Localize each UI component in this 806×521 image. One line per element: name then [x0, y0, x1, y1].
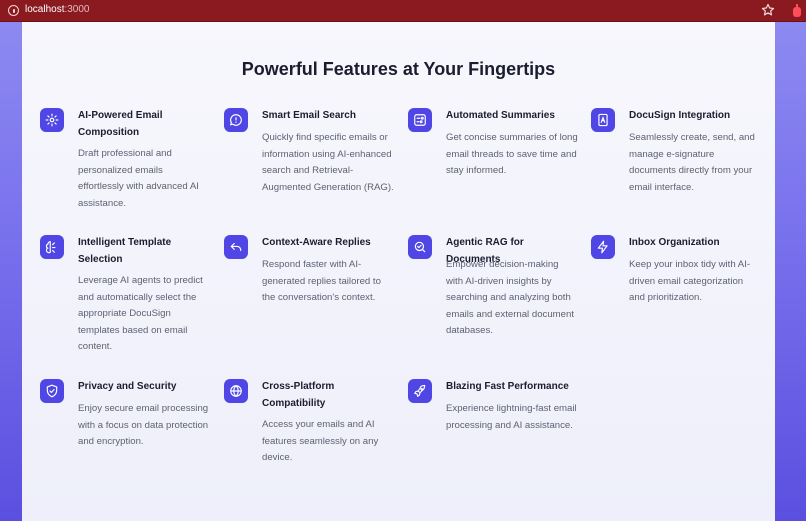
- url-port: :3000: [64, 4, 90, 15]
- address-bar[interactable]: localhost:3000: [25, 4, 90, 15]
- shield-check-icon: [40, 379, 64, 403]
- summary-icon: [408, 108, 432, 132]
- reply-arrow-icon: [224, 235, 248, 259]
- feature-title: DocuSign Integration: [629, 110, 731, 121]
- feature-title: Automated Summaries: [446, 110, 555, 121]
- globe-icon: [224, 379, 248, 403]
- section-title: Powerful Features at Your Fingertips: [241, 59, 556, 79]
- feature-title: Privacy and Security: [78, 381, 177, 392]
- feature-title: AI-Powered Email Composition: [78, 110, 163, 138]
- brain-icon: [40, 235, 64, 259]
- feature-title: Context-Aware Replies: [262, 237, 371, 248]
- feature-description: Draft professional and personalized emai…: [78, 148, 199, 209]
- browser-toolbar: localhost:3000: [0, 0, 806, 22]
- sparkle-gear-icon: [40, 108, 64, 132]
- extension-icon[interactable]: [791, 4, 803, 18]
- feature-description: Quickly find specific emails or informat…: [262, 132, 394, 193]
- site-info-icon[interactable]: [8, 5, 19, 16]
- feature-title: Smart Email Search: [262, 110, 356, 121]
- lightning-icon: [591, 235, 615, 259]
- url-host: localhost: [25, 4, 65, 15]
- bookmark-star-icon[interactable]: [761, 3, 775, 17]
- search-check-icon: [408, 235, 432, 259]
- feature-title: Blazing Fast Performance: [446, 381, 569, 392]
- feature-description: Respond faster with AI-generated replies…: [262, 259, 381, 303]
- feature-description: Empower decision-making with AI-driven i…: [446, 259, 574, 336]
- feature-title: Intelligent Template Selection: [78, 237, 172, 265]
- feature-description: Enjoy secure email processing with a foc…: [78, 403, 209, 447]
- feature-title: Cross-Platform Compatibility: [262, 381, 335, 409]
- feature-description: Get concise summaries of long email thre…: [446, 132, 578, 176]
- rocket-icon: [408, 379, 432, 403]
- features-section: Powerful Features at Your Fingertips AI-…: [22, 22, 775, 521]
- feature-description: Leverage AI agents to predict and automa…: [78, 275, 203, 352]
- feature-description: Keep your inbox tidy with AI-driven emai…: [629, 259, 751, 303]
- feature-description: Access your emails and AI features seaml…: [262, 419, 379, 463]
- feature-title: Inbox Organization: [629, 237, 720, 248]
- chat-bubble-icon: [224, 108, 248, 132]
- feature-description: Seamlessly create, send, and manage e-si…: [629, 132, 755, 193]
- feature-description: Experience lightning-fast email processi…: [446, 403, 577, 431]
- document-signature-icon: [591, 108, 615, 132]
